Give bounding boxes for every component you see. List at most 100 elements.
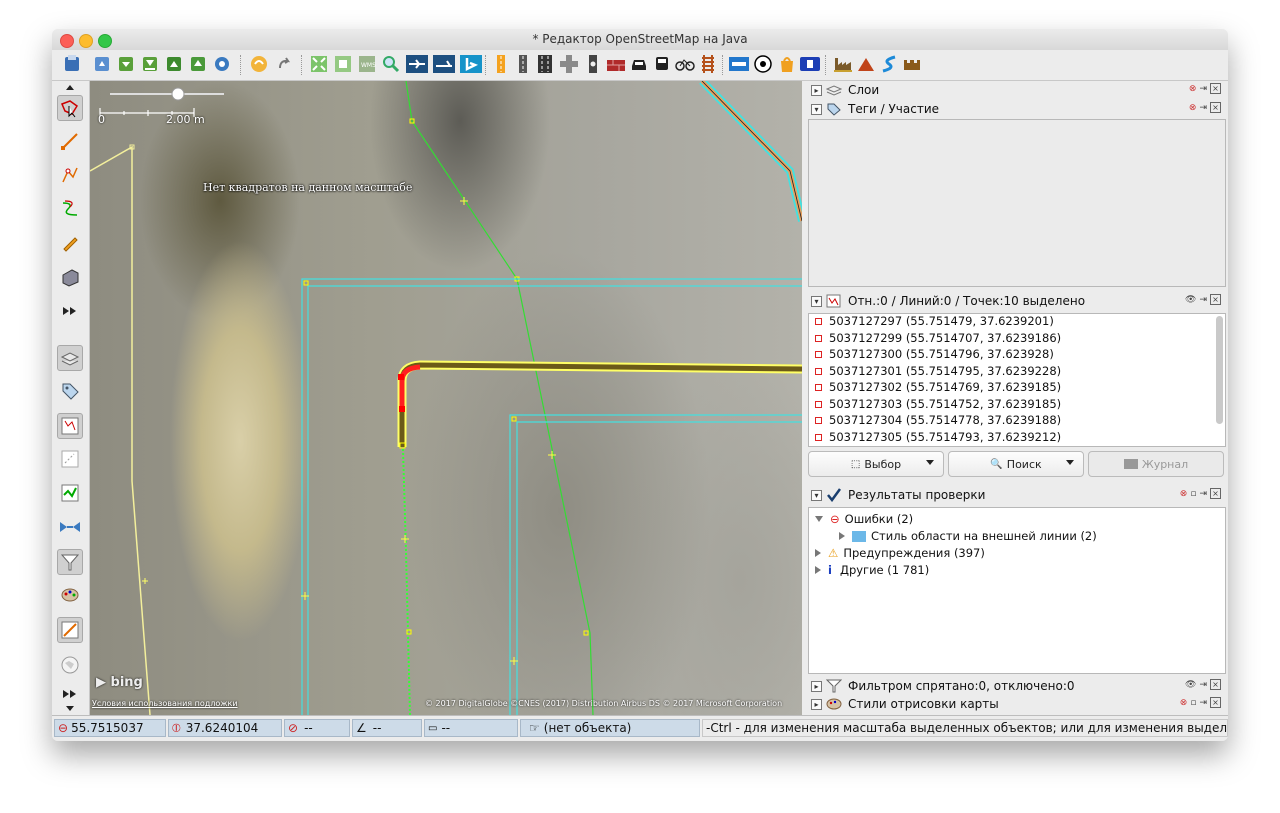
filter-panel-header[interactable]: ▸ Фильтром спрятано:0, отключено:0 👁 ⇥ × <box>807 677 1225 695</box>
select-dropdown-button[interactable]: ⬚ Выбор <box>808 451 944 477</box>
draw-mode-icon[interactable] <box>58 129 82 153</box>
filter-toggle-icon[interactable] <box>57 549 83 575</box>
dock-icon[interactable]: ⇥ <box>1199 103 1207 113</box>
area-outline-outer[interactable] <box>301 278 802 715</box>
dock-icon[interactable]: ⇥ <box>1199 698 1207 708</box>
list-item[interactable]: 5037127300 (55.7514796, 37.623928) <box>809 347 1225 364</box>
selected-node[interactable] <box>399 406 405 412</box>
tree-node-error-child[interactable]: Стиль области на внешней линии (2) <box>839 529 1097 543</box>
relation-list-toggle-icon[interactable] <box>58 515 82 539</box>
collapse-icon[interactable]: ▾ <box>811 103 822 115</box>
new-layer-icon[interactable] <box>61 53 83 75</box>
list-item[interactable]: 5037127302 (55.7514769, 37.6239185) <box>809 380 1225 397</box>
minimap-icon[interactable] <box>58 653 82 677</box>
car-icon[interactable] <box>628 53 650 75</box>
expand-icon[interactable]: ▸ <box>811 680 822 692</box>
selection-panel-header[interactable]: ▾ Отн.:0 / Линий:0 / Точек:10 выделено 👁… <box>807 292 1225 310</box>
history-button[interactable]: Журнал <box>1088 451 1224 477</box>
undo-icon[interactable] <box>248 53 270 75</box>
zoom-to-selection-icon[interactable] <box>332 53 354 75</box>
list-item[interactable]: 5037127301 (55.7514795, 37.6239228) <box>809 364 1225 381</box>
close-icon[interactable]: × <box>1210 697 1221 708</box>
sport-icon[interactable] <box>752 53 774 75</box>
list-item[interactable]: 5037127299 (55.7514707, 37.6239186) <box>809 331 1225 348</box>
select-mode-icon[interactable] <box>57 95 83 121</box>
more-dialogs-icon[interactable] <box>58 685 82 703</box>
styles-panel-header[interactable]: ▸ Стили отрисовки карты ⊗ ▫ ⇥ × <box>807 695 1225 713</box>
close-icon[interactable]: × <box>1210 679 1221 690</box>
pencil-icon[interactable] <box>58 231 82 255</box>
shop-icon[interactable] <box>776 53 798 75</box>
search-places-icon[interactable] <box>380 53 402 75</box>
junction-preset-icon[interactable] <box>558 53 580 75</box>
historic-icon[interactable] <box>901 53 923 75</box>
close-icon[interactable]: × <box>1210 294 1221 305</box>
selected-way[interactable] <box>399 362 802 447</box>
map-style-toggle-icon[interactable] <box>58 583 82 607</box>
imagery-icon[interactable]: WMS <box>356 53 378 75</box>
selection-list-toggle-icon[interactable] <box>57 413 83 439</box>
footway[interactable] <box>405 81 594 715</box>
tree-node-warnings[interactable]: ⚠ Предупреждения (397) <box>815 546 985 560</box>
list-item[interactable]: 5037127304 (55.7514778, 37.6239188) <box>809 413 1225 430</box>
toggle-icon[interactable]: ⊗ <box>1180 489 1188 499</box>
motorway-preset-icon[interactable] <box>534 53 556 75</box>
bicycle-icon[interactable] <box>674 53 696 75</box>
tags-toggle-icon[interactable] <box>58 379 82 403</box>
list-item[interactable]: 5037127303 (55.7514752, 37.6239185) <box>809 397 1225 414</box>
download-area-icon[interactable] <box>139 53 161 75</box>
tags-panel-header[interactable]: ▾ Теги / Участие ⊗ ⇥ × <box>807 100 1225 118</box>
tree-node-errors[interactable]: ⊖ Ошибки (2) <box>815 512 913 526</box>
validator-toggle-icon[interactable] <box>58 481 82 505</box>
information-icon[interactable] <box>799 53 821 75</box>
expand-icon[interactable]: ▸ <box>811 84 822 96</box>
download-objects-icon[interactable] <box>163 53 185 75</box>
collapse-icon[interactable]: ▾ <box>811 295 822 307</box>
path-dotted[interactable] <box>402 448 411 715</box>
zoom-to-data-icon[interactable] <box>308 53 330 75</box>
accommodation-icon[interactable] <box>728 53 750 75</box>
node-marker[interactable] <box>303 280 309 286</box>
dock-icon[interactable]: ⇥ <box>1199 489 1207 499</box>
layers-panel-header[interactable]: ▸ Слои ⊗ ⇥ × <box>807 81 1225 99</box>
chevron-right-icon[interactable] <box>815 566 821 574</box>
settings-icon[interactable]: ▫ <box>1190 489 1196 499</box>
search-dropdown-button[interactable]: 🔍 Поиск <box>948 451 1084 477</box>
industrial-icon[interactable] <box>832 53 854 75</box>
close-icon[interactable]: × <box>1210 83 1221 94</box>
bus-icon[interactable] <box>651 53 673 75</box>
expand-icon[interactable]: ▸ <box>811 698 822 710</box>
scrollbar[interactable] <box>1216 316 1223 424</box>
improve-way-icon[interactable] <box>58 163 82 187</box>
barrier-wall-icon[interactable] <box>605 53 627 75</box>
toggle-icon[interactable]: ⊗ <box>1180 698 1188 708</box>
changeset-manager-icon[interactable] <box>57 617 83 643</box>
tree-node-other[interactable]: i Другие (1 781) <box>815 563 929 577</box>
collapse-icon[interactable]: ▾ <box>811 489 822 501</box>
eye-icon[interactable]: 👁 <box>1185 295 1196 305</box>
close-icon[interactable]: × <box>1210 102 1221 113</box>
dock-icon[interactable]: ⇥ <box>1199 680 1207 690</box>
scroll-up-icon[interactable] <box>58 83 82 91</box>
way-left[interactable] <box>90 145 151 715</box>
list-item[interactable]: 5037127305 (55.7514793, 37.6239212) <box>809 430 1225 447</box>
highway-preset-icon[interactable] <box>490 53 512 75</box>
commands-toggle-icon[interactable] <box>58 447 82 471</box>
parallel-way-icon[interactable] <box>58 197 82 221</box>
terms-link[interactable]: Условия использования подложки <box>92 699 238 708</box>
scroll-down-icon[interactable] <box>58 705 82 713</box>
bing-icon[interactable] <box>460 53 482 75</box>
map-view[interactable]: 0 2.00 m Нет квадратов на данном масштаб… <box>90 81 802 715</box>
toggle-icon[interactable]: ⊗ <box>1189 84 1197 94</box>
node-marker[interactable] <box>511 416 517 422</box>
layers-toggle-icon[interactable] <box>57 345 83 371</box>
dock-icon[interactable]: ⇥ <box>1199 295 1207 305</box>
download-icon[interactable] <box>115 53 137 75</box>
selected-node[interactable] <box>398 374 404 380</box>
settings-icon[interactable]: ▫ <box>1190 698 1196 708</box>
selection-list[interactable]: 5037127297 (55.751479, 37.6239201) 50371… <box>808 313 1226 447</box>
split-way-icon[interactable] <box>406 53 428 75</box>
open-file-icon[interactable] <box>91 53 113 75</box>
list-item[interactable]: 5037127297 (55.751479, 37.6239201) <box>809 314 1225 331</box>
validation-tree[interactable]: ⊖ Ошибки (2) Стиль области на внешней лин… <box>808 507 1226 674</box>
